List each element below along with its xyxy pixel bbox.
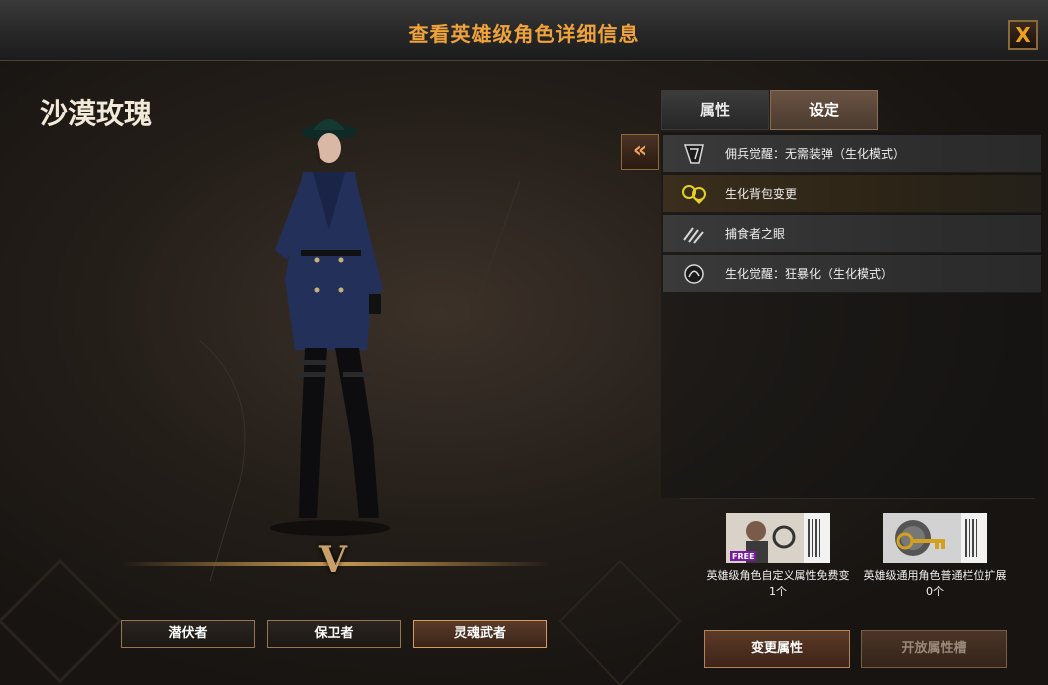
free-ticket-icon: FREE	[726, 513, 830, 563]
class-button-lurker[interactable]: 潜伏者	[121, 620, 255, 648]
skill-item[interactable]: 生化背包变更	[663, 175, 1041, 213]
double-chevron-left-icon: «	[632, 138, 648, 163]
class-button-defender[interactable]: 保卫者	[267, 620, 401, 648]
close-button[interactable]: X	[1008, 20, 1038, 50]
skill-label: 生化觉醒：狂暴化（生化模式）	[725, 267, 894, 281]
biohazard-bag-icon	[682, 185, 706, 204]
class-button-soul-warrior[interactable]: 灵魂武者	[413, 620, 547, 648]
rage-icon	[684, 264, 704, 284]
title-bar: 查看英雄级角色详细信息 X	[0, 0, 1048, 61]
item-key-ticket[interactable]: 英雄级通用角色普通栏位扩展 0个	[855, 513, 1015, 599]
skill-label: 生化背包变更	[725, 187, 798, 201]
hero-name: 沙漠玫瑰	[40, 97, 153, 130]
items-area: FREE 英雄级角色自定义属性免费变 1个 英雄级通用角色普通栏位扩展 0个	[680, 498, 1035, 615]
tab-settings[interactable]: 设定	[770, 90, 878, 130]
open-attribute-slot-button[interactable]: 开放属性槽	[861, 630, 1007, 668]
collapse-panel-button[interactable]: «	[621, 134, 659, 170]
skill-label: 佣兵觉醒：无需装弹（生化模式）	[725, 147, 906, 161]
item-badge: FREE	[732, 552, 755, 561]
item-count: 1个	[769, 585, 787, 598]
window-title: 查看英雄级角色详细信息	[408, 22, 640, 46]
change-attributes-button[interactable]: 变更属性	[704, 630, 850, 668]
skill-item[interactable]: 生化觉醒：狂暴化（生化模式）	[663, 255, 1041, 293]
close-icon: X	[1015, 23, 1031, 47]
skill-item[interactable]: 佣兵觉醒：无需装弹（生化模式）	[663, 135, 1041, 173]
claw-icon	[683, 227, 704, 244]
key-ticket-icon	[883, 513, 987, 563]
item-free-ticket[interactable]: FREE 英雄级角色自定义属性免费变 1个	[698, 513, 858, 599]
character-figure	[270, 119, 390, 536]
tab-attributes[interactable]: 属性	[661, 90, 769, 130]
skill-item[interactable]: 捕食者之眼	[663, 215, 1041, 253]
skill-label: 捕食者之眼	[725, 227, 786, 241]
shield-icon	[683, 144, 704, 164]
item-name: 英雄级通用角色普通栏位扩展	[863, 569, 1007, 582]
item-name: 英雄级角色自定义属性免费变	[706, 569, 850, 582]
rank-badge: V	[319, 539, 347, 581]
item-count: 0个	[926, 585, 944, 598]
